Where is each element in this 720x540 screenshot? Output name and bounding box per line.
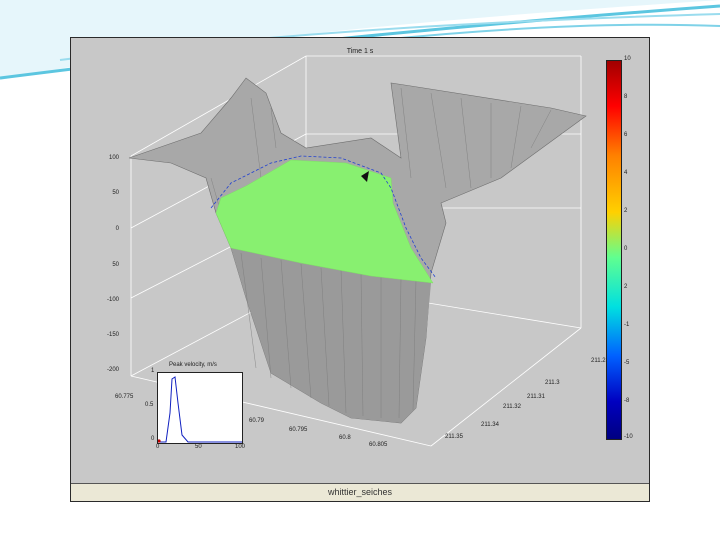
inset-y-tick: 1 (151, 368, 155, 374)
colorbar-tick: 2 (624, 208, 628, 214)
colorbar-tick: -8 (624, 398, 630, 404)
colorbar-tick: -10 (624, 434, 633, 440)
colorbar-tick: 8 (624, 94, 628, 100)
matlab-figure-window: Time 1 s 100 50 0 50 -100 -150 -200 60.7… (70, 37, 650, 502)
inset-x-tick: 50 (195, 444, 202, 450)
lat-tick: 60.775 (115, 394, 134, 400)
lat-tick: 60.795 (289, 427, 308, 433)
velocity-inset-chart (157, 372, 243, 444)
inset-x-tick: 0 (156, 444, 160, 450)
lon-tick: 211.31 (527, 394, 545, 400)
colorbar-tick: 2 (624, 284, 628, 290)
lon-tick: 211.32 (503, 404, 521, 410)
z-tick: 50 (112, 262, 119, 268)
lat-tick: 60.805 (369, 442, 388, 448)
inset-curve (158, 376, 242, 443)
z-tick: 50 (112, 190, 119, 196)
lat-tick: 60.8 (339, 435, 351, 441)
inset-x-tick: 100 (235, 444, 246, 450)
lat-tick: 60.79 (249, 418, 265, 424)
colorbar-tick: 10 (624, 56, 631, 62)
inset-y-tick: 0 (151, 436, 155, 442)
inset-y-tick: 0.5 (145, 402, 154, 408)
inset-title: Peak velocity, m/s (169, 362, 217, 368)
colorbar-tick: 0 (624, 246, 628, 252)
lon-tick: 211.35 (445, 434, 463, 440)
lon-tick: 211.34 (481, 422, 499, 428)
colorbar-tick: 6 (624, 132, 628, 138)
plot-title: Time 1 s (346, 48, 374, 55)
z-tick: 100 (108, 155, 119, 161)
z-tick: 0 (115, 226, 119, 232)
colorbar (606, 60, 622, 440)
colorbar-tick: 4 (624, 170, 628, 176)
colorbar-tick: -1 (624, 322, 630, 328)
z-tick: -200 (106, 367, 119, 373)
z-tick: -100 (106, 297, 119, 303)
colorbar-tick: -5 (624, 360, 630, 366)
lon-tick: 211.3 (545, 380, 560, 386)
figure-caption-bar: whittier_seiches (71, 483, 649, 501)
z-tick: -150 (106, 332, 119, 338)
